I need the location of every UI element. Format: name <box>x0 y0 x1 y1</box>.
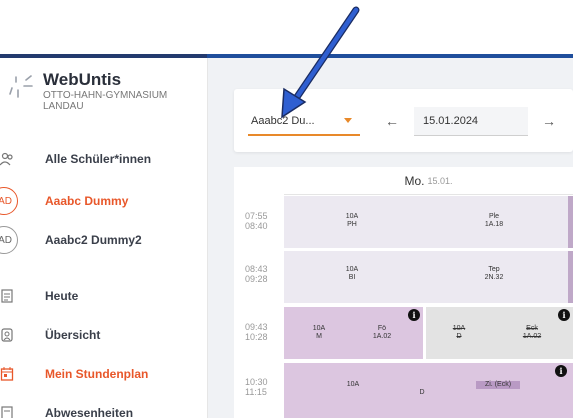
calendar-icon <box>0 362 22 386</box>
lesson-teacher-room: Fö 1A.02 <box>372 325 392 340</box>
lesson-card[interactable]: 10A M Fö 1A.02 i <box>284 307 423 359</box>
sidebar-item-all-students[interactable]: Alle Schüler*innen <box>0 140 207 178</box>
period-time-2: 08:43 09:28 <box>234 264 284 284</box>
sidebar-item-label: Aaabc Dummy <box>45 194 129 208</box>
lesson-edge <box>568 196 573 248</box>
lesson-class-subject: 10A M <box>312 325 326 340</box>
lesson-edge <box>568 251 573 303</box>
period-end: 09:28 <box>245 274 268 284</box>
sidebar-item-mein-stundenplan[interactable]: Mein Stundenplan <box>0 355 207 393</box>
sidebar-item-label: Übersicht <box>45 328 101 342</box>
sidebar-item-label: Heute <box>45 289 79 303</box>
sidebar: WebUntis OTTO-HAHN-GYMNASIUM LANDAU Alle… <box>0 58 208 418</box>
lesson-subject: D <box>419 389 425 396</box>
sidebar-item-label: Aaabc2 Dummy2 <box>45 233 142 247</box>
lesson-class-subject: 10A D <box>452 325 466 340</box>
sidebar-item-abwesenheiten[interactable]: Abwesenheiten <box>0 394 207 418</box>
lesson-teacher-room: Ple 1A.18 <box>484 213 504 228</box>
webuntis-page: WebUntis OTTO-HAHN-GYMNASIUM LANDAU Alle… <box>0 0 573 418</box>
info-icon[interactable]: i <box>555 365 567 377</box>
avatar-icon: AD <box>0 187 18 215</box>
sidebar-item-heute[interactable]: Heute <box>0 277 207 315</box>
lesson-teacher-room: Tep 2N.32 <box>484 266 504 281</box>
students-icon <box>0 147 22 171</box>
period-time-3: 09:43 10:28 <box>234 322 284 342</box>
period-time-4: 10:30 11:15 <box>234 377 284 397</box>
sidebar-item-label: Abwesenheiten <box>45 406 134 418</box>
day-date: 15.01. <box>427 175 453 186</box>
today-icon <box>0 284 22 308</box>
avatar-icon: AD <box>0 226 18 254</box>
timetable: Mo. 15.01. 07:55 08:40 08:43 09:28 09:43… <box>234 167 573 418</box>
cancelled-lesson-card[interactable]: 10A D Eck 1A.02 i <box>426 307 573 359</box>
lesson-class-subject: 10A BI <box>345 266 359 281</box>
period-start: 07:55 <box>245 211 268 221</box>
sidebar-item-aaabc-dummy[interactable]: AD Aaabc Dummy <box>0 182 207 220</box>
webuntis-logo-icon <box>9 75 33 98</box>
lesson-card[interactable]: 10A D Zi. (Eck) i <box>284 363 573 418</box>
student-select-value: Aaabc2 Du... <box>251 114 315 127</box>
date-value: 15.01.2024 <box>423 115 479 127</box>
main-content: Aaabc2 Du... ← 15.01.2024 → Mo. 15.01. 0… <box>208 58 573 418</box>
period-end: 11:15 <box>245 387 267 397</box>
period-end: 10:28 <box>245 332 268 342</box>
brand-name: WebUntis <box>43 70 122 89</box>
next-week-button[interactable]: → <box>537 109 561 133</box>
sidebar-item-aaabc2-dummy2[interactable]: AD Aaabc2 Dummy2 <box>0 221 207 259</box>
lesson-teacher: Zi. (Eck) <box>476 381 520 389</box>
period-start: 10:30 <box>245 377 268 387</box>
lesson-class-subject: 10A PH <box>345 213 359 228</box>
day-header: Mo. 15.01. <box>284 167 573 195</box>
lesson-card[interactable]: 10A PH Ple 1A.18 <box>284 196 568 248</box>
period-time-1: 07:55 08:40 <box>234 211 284 231</box>
timetable-toolbar: Aaabc2 Du... ← 15.01.2024 → <box>234 89 573 152</box>
period-start: 08:43 <box>245 264 268 274</box>
sidebar-item-uebersicht[interactable]: Übersicht <box>0 316 207 354</box>
day-label: Mo. <box>404 173 425 188</box>
date-field[interactable]: 15.01.2024 <box>414 107 528 136</box>
previous-week-button[interactable]: ← <box>380 109 404 133</box>
chevron-down-icon <box>344 118 352 123</box>
sidebar-item-label: Alle Schüler*innen <box>45 152 152 166</box>
absence-icon <box>0 401 22 418</box>
student-select[interactable]: Aaabc2 Du... <box>248 107 360 136</box>
lesson-class: 10A <box>346 381 360 388</box>
overview-icon <box>0 323 22 347</box>
period-start: 09:43 <box>245 322 268 332</box>
lesson-card[interactable]: 10A BI Tep 2N.32 <box>284 251 568 303</box>
period-end: 08:40 <box>245 221 268 231</box>
info-icon[interactable]: i <box>408 309 420 321</box>
school-name: OTTO-HAHN-GYMNASIUM LANDAU <box>43 90 168 112</box>
lesson-teacher-room: Eck 1A.02 <box>522 325 542 340</box>
info-icon[interactable]: i <box>558 309 570 321</box>
sidebar-item-label: Mein Stundenplan <box>45 367 149 381</box>
